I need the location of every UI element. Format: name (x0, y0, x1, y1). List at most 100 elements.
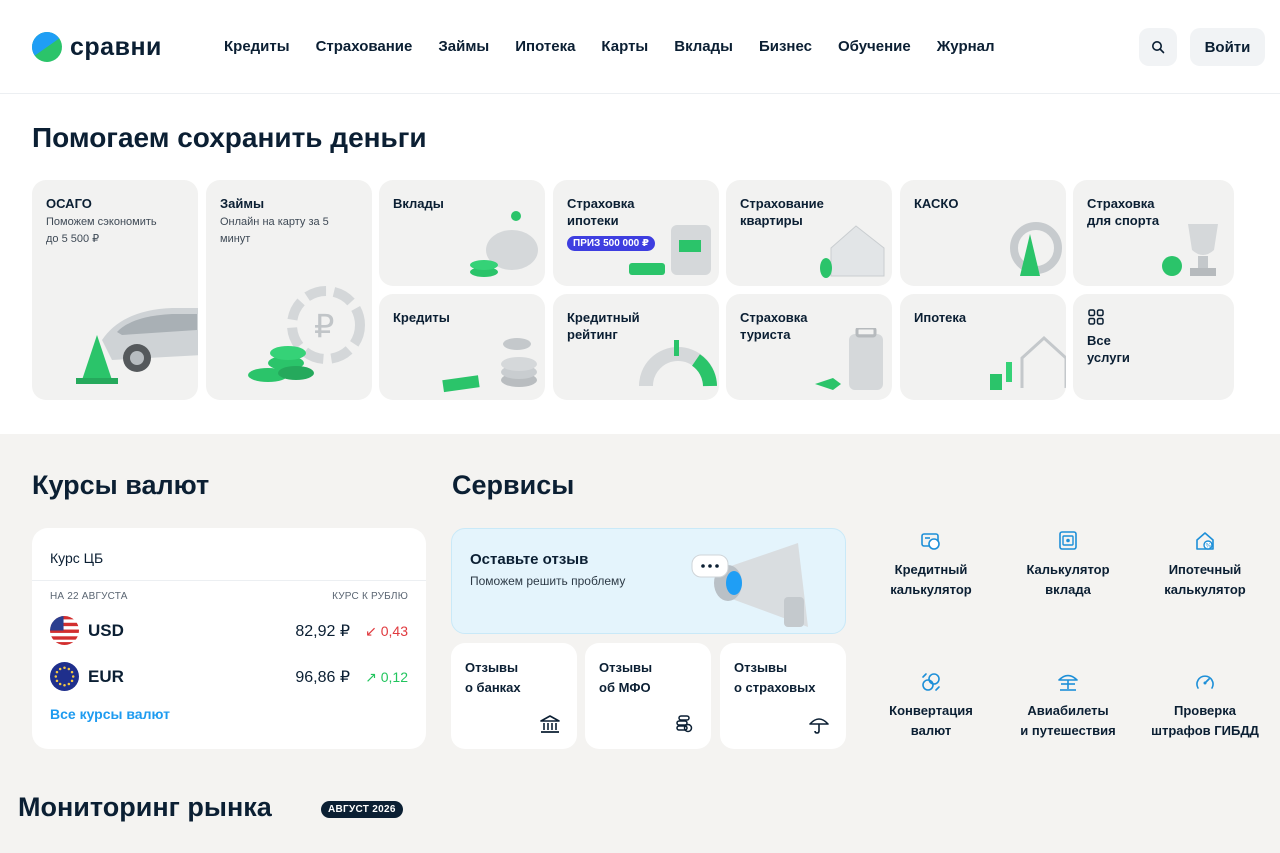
cone-ring-illustration-icon (1010, 222, 1062, 276)
armchair-illustration-icon (629, 225, 711, 275)
tool-label: Авиабилеты и путешествия (1020, 703, 1116, 738)
nav-item-business[interactable]: Бизнес (759, 38, 812, 55)
currency-value: 82,92 ₽ (295, 623, 350, 640)
card-title: Страховка для спорта (1087, 196, 1160, 228)
speedometer-icon (1196, 675, 1214, 689)
product-card-travel-insurance[interactable]: Страховка туриста (726, 294, 892, 400)
us-flag-icon (50, 616, 79, 645)
beach-umbrella-icon (1058, 674, 1078, 691)
eu-flag-icon (50, 662, 79, 691)
product-card-all-services[interactable]: Все услуги (1073, 294, 1234, 400)
product-card-loans[interactable]: Займы Онлайн на карту за 5 минут ₽ (206, 180, 372, 400)
product-card-credits[interactable]: Кредиты (379, 294, 545, 400)
tool-label: Ипотечный калькулятор (1164, 562, 1246, 597)
car-illustration-icon (76, 308, 198, 384)
currency-code: USD (88, 621, 124, 640)
review-banner-subtitle: Поможем решить проблему (470, 574, 626, 588)
gauge-illustration-icon (639, 340, 717, 387)
nav-item-loans[interactable]: Займы (438, 38, 489, 55)
credit-calculator-icon (921, 533, 940, 550)
reviews-mfo-card[interactable]: Отзывы об МФО (585, 643, 711, 749)
grid-icon (1088, 309, 1104, 325)
house-percent-icon: % (1196, 532, 1214, 550)
rate-row-eur[interactable]: EUR 96,86 ₽ ↗ 0,12 (50, 662, 408, 692)
product-card-sport-insurance[interactable]: Страховка для спорта (1073, 180, 1234, 286)
rates-column-header: КУРС К РУБЛЮ (332, 591, 408, 602)
tool-label: Кредитный калькулятор (890, 562, 972, 597)
review-banner-title: Оставьте отзыв (470, 551, 589, 568)
tool-traffic-fines[interactable]: Проверка штрафов ГИБДД (1140, 671, 1270, 741)
umbrella-icon (809, 718, 829, 734)
product-card-mortgage[interactable]: Ипотека (900, 294, 1066, 400)
currency-change: ↙ 0,43 (365, 623, 408, 639)
currency-exchange-icon (922, 673, 940, 691)
tool-credit-calculator[interactable]: Кредитный калькулятор (866, 530, 996, 600)
product-card-deposits[interactable]: Вклады (379, 180, 545, 286)
card-title: Страховка туриста (740, 310, 808, 342)
card-title: ОСАГО (46, 196, 92, 211)
card-title: КАСКО (914, 196, 959, 211)
currency-change: ↗ 0,12 (365, 669, 408, 685)
search-icon (1152, 41, 1165, 54)
tool-label: Калькулятор вклада (1026, 562, 1110, 597)
currency-value: 96,86 ₽ (295, 669, 350, 686)
logo-text: сравни (70, 32, 162, 61)
card-title: Все услуги (1087, 333, 1130, 365)
safe-icon (1059, 531, 1077, 550)
card-title: Кредиты (393, 310, 450, 325)
rate-row-usd[interactable]: USD 82,92 ₽ ↙ 0,43 (50, 616, 408, 646)
all-rates-link[interactable]: Все курсы валют (50, 706, 170, 722)
svg-text:%: % (1206, 543, 1212, 550)
product-card-mortgage-insurance[interactable]: Страховка ипотеки ПРИЗ 500 000 ₽ (553, 180, 719, 286)
logo-icon (26, 26, 68, 68)
nav-item-insurance[interactable]: Страхование (316, 38, 413, 55)
product-card-apartment-insurance[interactable]: Страхование квартиры (726, 180, 892, 286)
tool-label: Проверка штрафов ГИБДД (1151, 703, 1259, 738)
reviews-banks-card[interactable]: Отзывы о банках (451, 643, 577, 749)
nav-item-credits[interactable]: Кредиты (224, 38, 290, 55)
bank-icon (540, 715, 560, 733)
currency-rates-card: Курс ЦБ НА 22 АВГУСТА КУРС К РУБЛЮ USD 8… (32, 528, 426, 749)
trophy-icon (1162, 224, 1218, 276)
suitcase-illustration-icon (815, 328, 883, 390)
card-label: Отзывы о страховых (734, 660, 816, 695)
card-title: Кредитный рейтинг (567, 310, 640, 342)
tool-mortgage-calculator[interactable]: % Ипотечный калькулятор (1140, 530, 1270, 600)
reviews-insurers-card[interactable]: Отзывы о страховых (720, 643, 846, 749)
nav-item-education[interactable]: Обучение (838, 38, 911, 55)
tool-label: Конвертация валют (889, 703, 973, 738)
product-card-credit-rating[interactable]: Кредитный рейтинг (553, 294, 719, 400)
date-badge: АВГУСТ 2026 (321, 801, 403, 818)
tool-flights-travel[interactable]: Авиабилеты и путешествия (1003, 671, 1133, 741)
house-outline-illustration-icon (990, 335, 1066, 390)
coins-icon (676, 715, 693, 733)
house-illustration-icon (820, 225, 885, 278)
login-button[interactable]: Войти (1190, 28, 1265, 66)
product-card-kasko[interactable]: КАСКО (900, 180, 1066, 286)
card-title: Вклады (393, 196, 444, 211)
megaphone-icon (691, 543, 808, 627)
search-button[interactable] (1139, 28, 1177, 66)
nav-item-mortgage[interactable]: Ипотека (515, 38, 575, 55)
divider (32, 580, 426, 581)
rates-title: Курсы валют (32, 470, 210, 500)
tool-currency-exchange[interactable]: Конвертация валют (866, 671, 996, 741)
card-subtitle: Поможем сэкономить до 5 500 ₽ (46, 216, 157, 245)
card-subtitle: Онлайн на карту за 5 минут (220, 216, 329, 245)
nav-item-journal[interactable]: Журнал (937, 38, 995, 55)
card-label: Отзывы об МФО (599, 660, 653, 695)
currency-code: EUR (88, 667, 124, 686)
tool-deposit-calculator[interactable]: Калькулятор вклада (1003, 530, 1133, 600)
svg-text:₽: ₽ (314, 307, 334, 345)
coins-ruble-illustration-icon: ₽ (248, 286, 365, 382)
product-card-osago[interactable]: ОСАГО Поможем сэкономить до 5 500 ₽ (32, 180, 198, 400)
leave-review-banner[interactable]: Оставьте отзыв Поможем решить проблему (451, 528, 846, 634)
logo[interactable]: сравни (26, 26, 162, 68)
nav-item-deposits[interactable]: Вклады (674, 38, 733, 55)
main-nav: Кредиты Страхование Займы Ипотека Карты … (224, 38, 995, 55)
site-header: сравни Кредиты Страхование Займы Ипотека… (0, 0, 1280, 94)
nav-item-cards[interactable]: Карты (601, 38, 648, 55)
rates-card-title: Курс ЦБ (50, 550, 104, 566)
piggy-bank-icon (470, 211, 538, 277)
services-title: Сервисы (452, 470, 575, 500)
